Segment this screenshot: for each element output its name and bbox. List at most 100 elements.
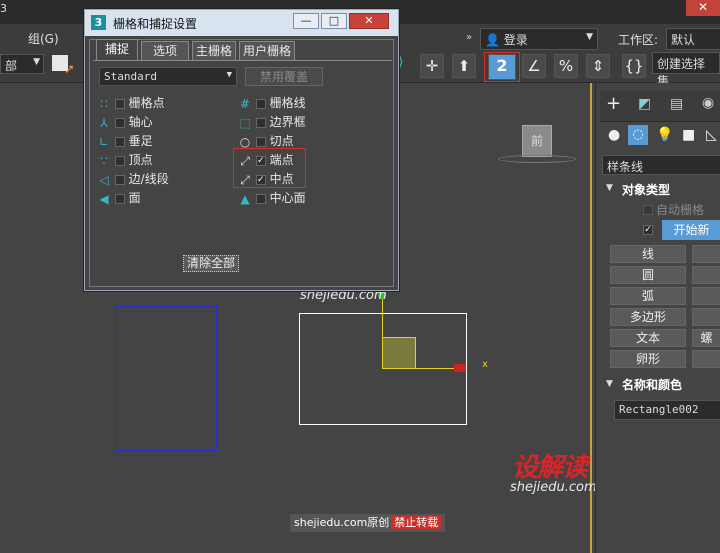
snap-row-bounding-box[interactable]: ⬚ 边界框 [238,113,305,131]
close-app-button[interactable]: ✕ [686,0,720,16]
rectangle-shape-selected[interactable] [299,313,467,425]
circle-button[interactable]: 圆 [610,266,686,284]
tab-user-grids[interactable]: 用户栅格 [239,41,295,60]
midpoint-label: 中点 [269,172,294,186]
snap-row-perpendicular[interactable]: ∟ 垂足 [97,132,153,150]
gizmo-x-arrow-icon[interactable] [454,364,466,372]
snap-row-grid-points[interactable]: ∷ 栅格点 [97,94,165,112]
bounding-box-icon: ⬚ [239,115,251,130]
left-dropdown[interactable]: 部 ▼ [0,54,44,74]
snap-row-center-face[interactable]: ▲ 中心面 [238,189,305,207]
close-button[interactable]: ✕ [349,13,389,29]
section-button[interactable] [692,350,720,368]
start-new-checkbox[interactable]: ✓ [643,225,653,235]
motion-tab-icon[interactable]: ◉ [702,95,714,111]
pivot-checkbox[interactable] [114,117,125,128]
spinner-snap-icon[interactable]: ⇕ [586,54,610,78]
create-tab-icon[interactable]: + [606,93,621,114]
endpoint-checkbox[interactable]: ✓ [255,155,266,166]
view-cube[interactable]: 前 [522,125,552,157]
text-button[interactable]: 文本 [610,329,686,347]
snap-row-pivot[interactable]: ⅄ 轴心 [97,113,152,131]
mirror-icon[interactable]: ⬆ [452,54,476,78]
grid-points-icon: ∷ [100,96,108,111]
perpendicular-checkbox[interactable] [114,136,125,147]
tangent-checkbox[interactable] [255,136,266,147]
tab-snaps[interactable]: 捕捉 [96,39,138,60]
snap-row-grid-lines[interactable]: # 栅格线 [238,94,306,112]
rectangle-button[interactable] [692,245,720,263]
center-face-checkbox[interactable] [255,193,266,204]
snap-row-endpoint[interactable]: ⤢ ✓ 端点 [238,151,293,169]
helpers-icon[interactable]: ◺ [706,127,717,143]
edge-label: 边/线段 [128,172,169,186]
object-name-value: Rectangle002 [619,403,699,416]
polygon-button[interactable]: 多边形 [610,308,686,326]
create-selection-set[interactable]: 创建选择集 [652,52,720,88]
minimize-button[interactable]: — [293,13,319,29]
camera-icon[interactable]: ■ [682,127,695,143]
arc-button[interactable]: 弧 [610,287,686,305]
tab-options[interactable]: 选项 [141,41,189,60]
dialog-titlebar[interactable]: 3 栅格和捕捉设置 — □ ✕ [85,10,398,36]
modify-tab-icon[interactable]: ◩ [638,96,651,112]
collapse-icon[interactable]: ▼ [606,379,613,389]
override-button[interactable]: 禁用覆盖 [245,67,323,86]
egg-button[interactable]: 卵形 [610,350,686,368]
snap-toggle-icon[interactable]: 2 [488,54,516,80]
auto-grid-label: 自动栅格 [656,203,705,217]
face-icon: ◀ [99,191,109,206]
tangent-icon: ○ [239,134,251,149]
geometry-icon[interactable]: ● [608,127,620,143]
shapes-icon[interactable]: ◌ [628,125,648,145]
vertex-checkbox[interactable] [114,155,125,166]
vertex-label: 顶点 [128,153,153,167]
line-button[interactable]: 线 [610,245,686,263]
center-face-icon: ▲ [240,191,250,206]
bounding-box-checkbox[interactable] [255,117,266,128]
move-icon[interactable]: ✛ [420,54,444,78]
face-checkbox[interactable] [114,193,125,204]
login-label: 登录 [503,33,528,47]
snap-row-vertex[interactable]: ∵ 顶点 [97,151,153,169]
grid-points-checkbox[interactable] [114,98,125,109]
hierarchy-tab-icon[interactable]: ▤ [670,96,683,112]
lights-icon[interactable]: 💡 [656,127,673,143]
menu-group[interactable]: 组(G) [28,30,59,47]
maximize-button[interactable]: □ [321,13,347,29]
category-dropdown[interactable]: 样条线 [602,155,720,175]
snap-row-edge[interactable]: ◁ 边/线段 [97,170,169,188]
edge-checkbox[interactable] [114,174,125,185]
object-name-field[interactable]: Rectangle002 [614,400,720,420]
ellipse-button[interactable] [692,266,720,284]
clear-all-button[interactable]: 清除全部 [183,255,239,272]
credit-suffix: 禁止转载 [391,516,442,529]
gizmo-plane-handle[interactable] [382,337,416,369]
named-set-icon[interactable]: {} [622,54,646,78]
workspace-dropdown[interactable]: 默认 [666,28,720,50]
endpoint-icon: ⤢ [240,153,250,168]
snap-arrow-icon[interactable]: ⟩ [398,54,406,76]
chevron-right-icon[interactable]: » [466,32,472,43]
auto-grid-checkbox[interactable] [643,205,653,215]
snap-row-face[interactable]: ◀ 面 [97,189,140,207]
login-dropdown[interactable]: 👤 登录 ▼ [480,28,598,50]
grid-lines-checkbox[interactable] [255,98,266,109]
donut-button[interactable] [692,287,720,305]
midpoint-checkbox[interactable]: ✓ [255,174,266,185]
snap-row-midpoint[interactable]: ⤢ ✓ 中点 [238,170,294,188]
angle-snap-icon[interactable]: ∠ [522,54,546,78]
grid-points-label: 栅格点 [128,96,165,110]
chevron-down-icon: ▼ [226,70,232,80]
percent-snap-icon[interactable]: % [554,54,578,78]
start-new-button[interactable]: 开始新 [662,220,720,240]
view-cube-ring[interactable] [498,155,576,163]
watermark-logo-2: 设解读 [512,453,588,483]
gizmo-x-axis[interactable] [402,368,460,369]
helix-button[interactable]: 螺 [692,329,720,347]
star-button[interactable] [692,308,720,326]
preset-dropdown[interactable]: Standard ▼ [99,67,237,86]
collapse-icon[interactable]: ▼ [606,183,613,193]
rectangle-shape-blue[interactable] [115,306,217,451]
tab-home-grid[interactable]: 主栅格 [192,41,236,60]
